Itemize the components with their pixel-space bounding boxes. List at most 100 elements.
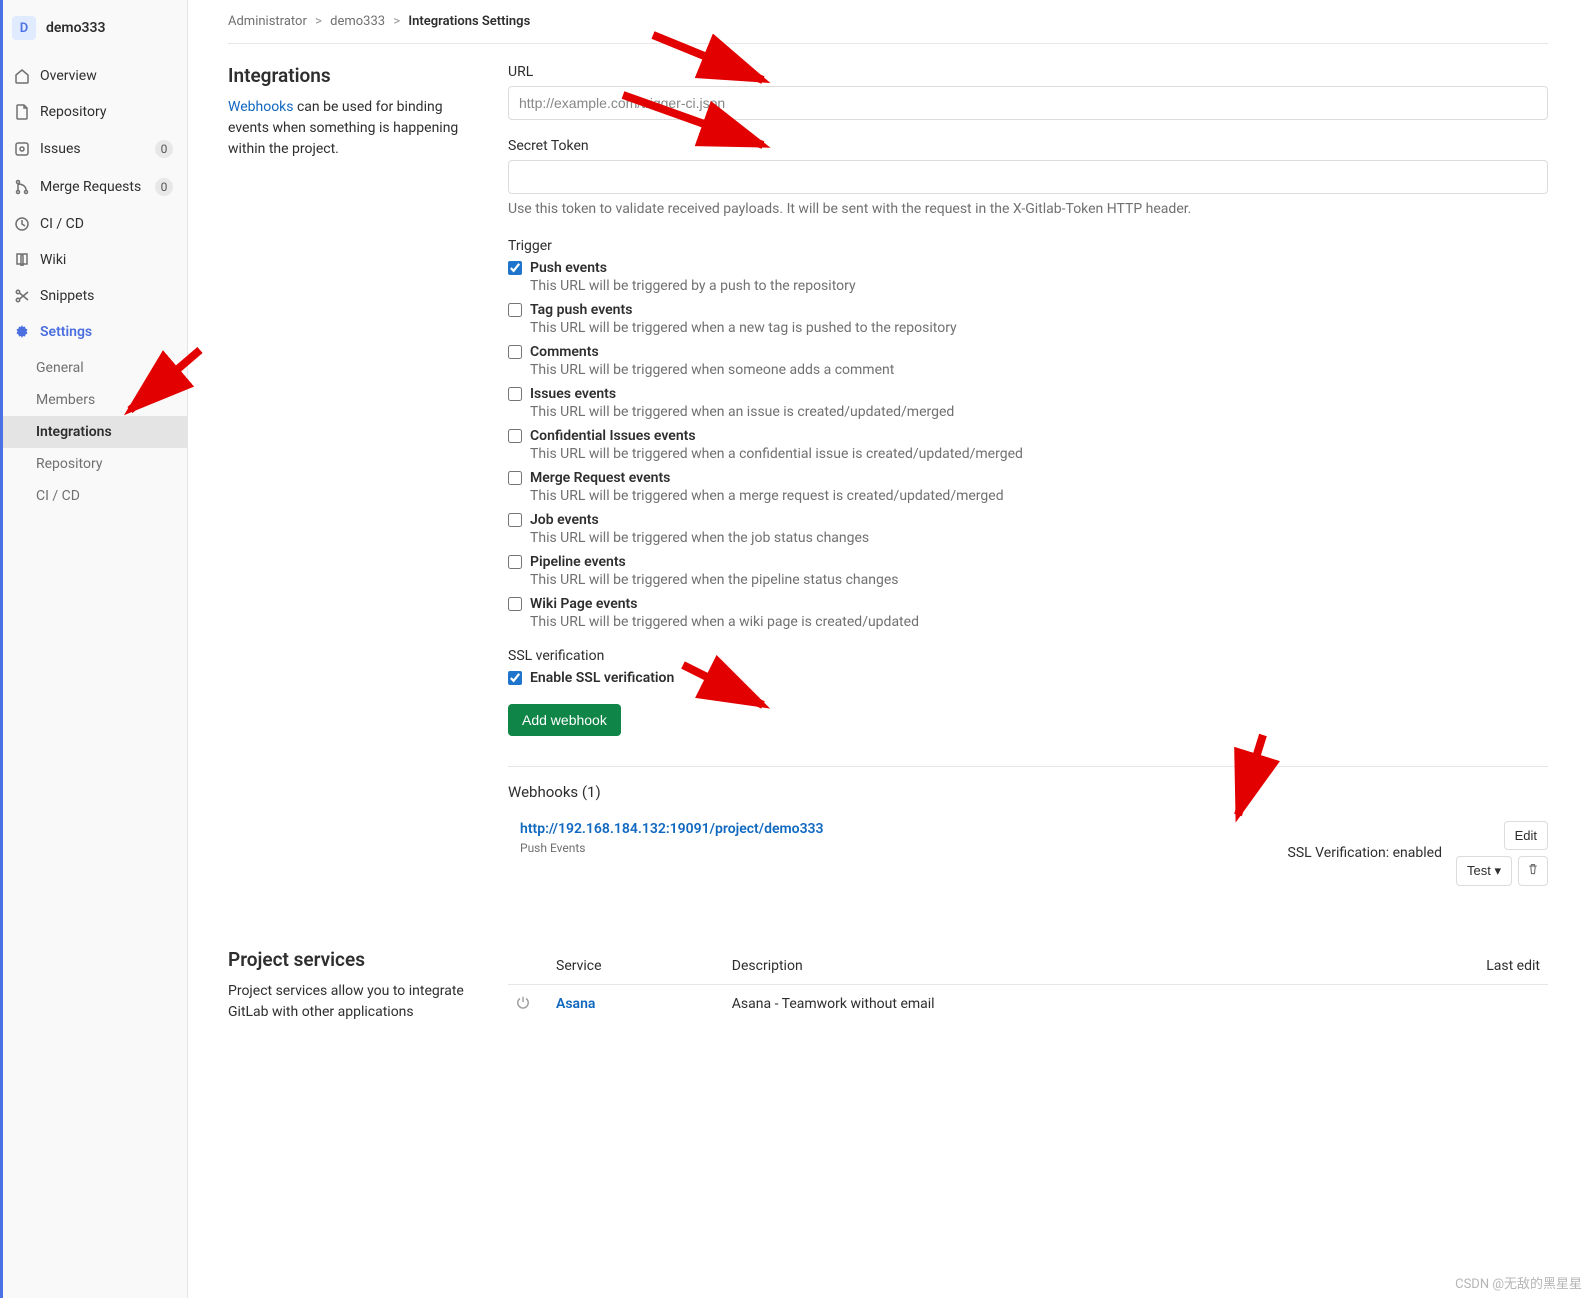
- trigger-checkbox[interactable]: [508, 555, 522, 569]
- trigger-checkbox-label: Merge Request events: [530, 470, 670, 486]
- chevron-down-icon: ▾: [1494, 863, 1501, 878]
- trigger-list: Push eventsThis URL will be triggered by…: [508, 260, 1548, 630]
- url-input[interactable]: [508, 86, 1548, 120]
- trigger-checkbox[interactable]: [508, 471, 522, 485]
- services-heading: Project services: [228, 948, 478, 971]
- trigger-row: Wiki Page events This URL will be trigger…: [508, 596, 1548, 630]
- sidebar-item-wiki[interactable]: Wiki: [0, 242, 187, 278]
- service-link-asana[interactable]: Asana: [556, 996, 595, 1012]
- scissors-icon: [14, 288, 30, 304]
- gear-icon: [14, 324, 30, 340]
- sidebar-item-cicd[interactable]: CI / CD: [0, 206, 187, 242]
- col-last-edit: Last edit: [1349, 948, 1548, 985]
- trigger-row: Tag push eventsThis URL will be triggere…: [508, 302, 1548, 336]
- trigger-checkbox[interactable]: [508, 597, 522, 611]
- project-name: demo333: [46, 20, 106, 36]
- webhook-tags: Push Events: [520, 841, 1288, 855]
- table-row: Asana Asana - Teamwork without email: [508, 984, 1548, 1023]
- trigger-checkbox[interactable]: [508, 429, 522, 443]
- trigger-checkbox[interactable]: [508, 387, 522, 401]
- trigger-row: Issues eventsThis URL will be triggered …: [508, 386, 1548, 420]
- subnav-repository[interactable]: Repository: [0, 448, 187, 480]
- sidebar-item-label: Issues: [40, 141, 81, 157]
- book-icon: [14, 252, 30, 268]
- sidebar-item-label: Overview: [40, 68, 97, 84]
- breadcrumb: Administrator > demo333 > Integrations S…: [228, 14, 1548, 29]
- trigger-checkbox-label: Wiki Page events: [530, 596, 637, 612]
- trigger-desc: This URL will be triggered when the job …: [530, 530, 1548, 546]
- divider: [228, 43, 1548, 44]
- sidebar-item-merge-requests[interactable]: Merge Requests 0: [0, 168, 187, 206]
- project-avatar: D: [12, 16, 36, 40]
- services-table: Service Description Last edit Asana Asan…: [508, 948, 1548, 1023]
- settings-subnav: General Members Integrations Repository …: [0, 350, 187, 516]
- trigger-desc: This URL will be triggered when an issue…: [530, 404, 1548, 420]
- breadcrumb-project[interactable]: demo333: [330, 14, 385, 29]
- subnav-cicd[interactable]: CI / CD: [0, 480, 187, 512]
- trigger-label: Trigger: [508, 238, 1548, 254]
- test-webhook-button[interactable]: Test ▾: [1456, 856, 1512, 886]
- secret-token-help: Use this token to validate received payl…: [508, 200, 1548, 220]
- sidebar-item-label: Repository: [40, 104, 106, 120]
- sidebar-item-issues[interactable]: Issues 0: [0, 130, 187, 168]
- sidebar-item-label: CI / CD: [40, 216, 84, 232]
- trigger-checkbox[interactable]: [508, 261, 522, 275]
- webhooks-link[interactable]: Webhooks: [228, 99, 294, 115]
- url-label: URL: [508, 64, 1548, 80]
- trigger-desc: This URL will be triggered when a wiki p…: [530, 614, 1548, 630]
- secret-token-input[interactable]: [508, 160, 1548, 194]
- trigger-row: CommentsThis URL will be triggered when …: [508, 344, 1548, 378]
- trigger-desc: This URL will be triggered by a push to …: [530, 278, 1548, 294]
- trigger-row: Confidential Issues eventsThis URL will …: [508, 428, 1548, 462]
- breadcrumb-admin[interactable]: Administrator: [228, 14, 307, 29]
- mr-count-badge: 0: [155, 178, 173, 196]
- trigger-row: Merge Request events This URL will be tri…: [508, 470, 1548, 504]
- add-webhook-button[interactable]: Add webhook: [508, 704, 621, 736]
- watermark: CSDN @无敌的黑星星: [1455, 1273, 1582, 1292]
- integrations-desc: Webhooks can be used for binding events …: [228, 97, 478, 160]
- service-desc: Asana - Teamwork without email: [724, 984, 1349, 1023]
- col-description: Description: [724, 948, 1349, 985]
- project-header[interactable]: D demo333: [0, 8, 187, 48]
- power-icon: [516, 995, 530, 1009]
- edit-webhook-button[interactable]: Edit: [1504, 821, 1548, 850]
- subnav-members[interactable]: Members: [0, 384, 187, 416]
- ssl-heading: SSL verification: [508, 648, 1548, 664]
- trigger-desc: This URL will be triggered when someone …: [530, 362, 1548, 378]
- issues-count-badge: 0: [155, 140, 173, 158]
- subnav-integrations[interactable]: Integrations: [0, 416, 187, 448]
- ssl-checkbox[interactable]: [508, 671, 522, 685]
- breadcrumb-sep: >: [315, 14, 322, 29]
- trash-icon: [1527, 863, 1539, 875]
- home-icon: [14, 68, 30, 84]
- trigger-checkbox[interactable]: [508, 345, 522, 359]
- merge-icon: [14, 179, 30, 195]
- service-last-edit: [1349, 984, 1548, 1023]
- trigger-checkbox-label: Job events: [530, 512, 599, 528]
- trigger-checkbox[interactable]: [508, 303, 522, 317]
- sidebar-item-overview[interactable]: Overview: [0, 58, 187, 94]
- trigger-row: Job events This URL will be triggered whe…: [508, 512, 1548, 546]
- delete-webhook-button[interactable]: [1518, 856, 1548, 886]
- subnav-general[interactable]: General: [0, 352, 187, 384]
- webhooks-count-title: Webhooks (1): [508, 783, 1548, 801]
- issues-icon: [14, 141, 30, 157]
- sidebar-item-repository[interactable]: Repository: [0, 94, 187, 130]
- webhook-ssl-status: SSL Verification: enabled: [1288, 845, 1442, 861]
- webhook-entry: http://192.168.184.132:19091/project/dem…: [508, 817, 1548, 898]
- webhook-url-link[interactable]: http://192.168.184.132:19091/project/dem…: [520, 821, 824, 837]
- trigger-desc: This URL will be triggered when a merge …: [530, 488, 1548, 504]
- trigger-desc: This URL will be triggered when the pipe…: [530, 572, 1548, 588]
- trigger-desc: This URL will be triggered when a confid…: [530, 446, 1548, 462]
- sidebar-item-label: Merge Requests: [40, 179, 141, 195]
- trigger-checkbox[interactable]: [508, 513, 522, 527]
- sidebar-nav: Overview Repository Issues 0 Merge Reque…: [0, 58, 187, 516]
- trigger-checkbox-label: Pipeline events: [530, 554, 626, 570]
- sidebar-item-settings[interactable]: Settings: [0, 314, 187, 350]
- integrations-section: Integrations Webhooks can be used for bi…: [228, 64, 1548, 898]
- sidebar-item-snippets[interactable]: Snippets: [0, 278, 187, 314]
- main-content: Administrator > demo333 > Integrations S…: [188, 0, 1588, 1298]
- breadcrumb-sep: >: [393, 14, 400, 29]
- trigger-row: Pipeline events This URL will be triggere…: [508, 554, 1548, 588]
- rocket-icon: [14, 216, 30, 232]
